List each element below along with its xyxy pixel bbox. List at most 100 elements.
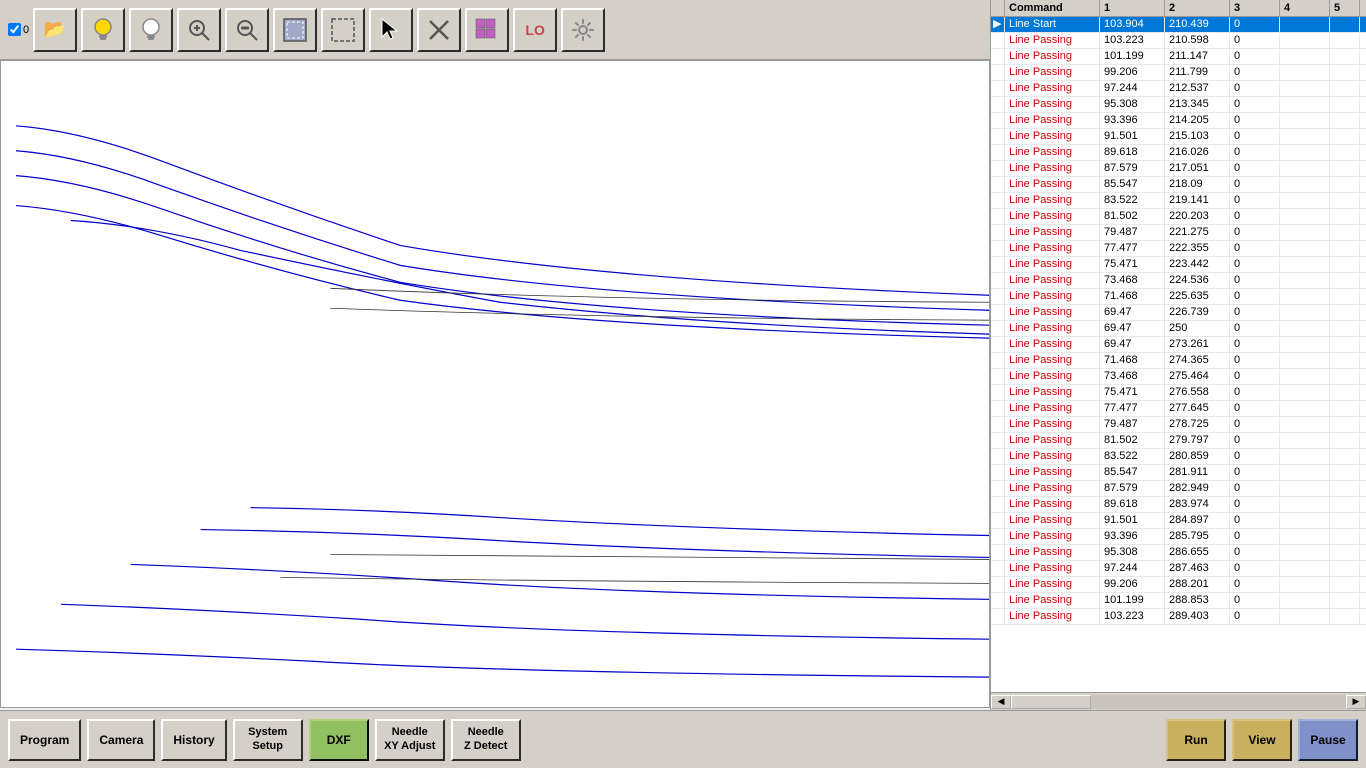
camera-button[interactable]: Camera xyxy=(87,719,155,761)
row-arrow xyxy=(991,529,1005,544)
table-row[interactable]: Line Passing93.396285.7950 xyxy=(991,529,1366,545)
row-arrow xyxy=(991,289,1005,304)
table-row[interactable]: Line Passing77.477222.3550 xyxy=(991,241,1366,257)
table-row[interactable]: ▶Line Start103.904210.4390 xyxy=(991,17,1366,33)
table-row[interactable]: Line Passing75.471223.4420 xyxy=(991,257,1366,273)
scroll-thumb[interactable] xyxy=(1011,695,1091,709)
table-row[interactable]: Line Passing83.522219.1410 xyxy=(991,193,1366,209)
dashed-select-button[interactable] xyxy=(321,8,365,52)
canvas-area[interactable] xyxy=(0,60,990,708)
table-row[interactable]: Line Passing87.579282.9490 xyxy=(991,481,1366,497)
table-row[interactable]: Line Passing69.472500 xyxy=(991,321,1366,337)
scroll-right-btn[interactable]: ▶ xyxy=(1346,695,1366,709)
row-command: Line Passing xyxy=(1005,369,1100,384)
needle-xy-button[interactable]: NeedleXY Adjust xyxy=(375,719,445,761)
row-v2: 274.365 xyxy=(1165,353,1230,368)
program-button[interactable]: Program xyxy=(8,719,81,761)
right-panel: Command 1 2 3 4 5 ▶Line Start103.904210.… xyxy=(990,0,1366,710)
row-v3: 0 xyxy=(1230,289,1280,304)
table-row[interactable]: Line Passing99.206288.2010 xyxy=(991,577,1366,593)
table-row[interactable]: Line Passing73.468224.5360 xyxy=(991,273,1366,289)
dxf-button[interactable]: DXF xyxy=(309,719,369,761)
row-v2: 215.103 xyxy=(1165,129,1230,144)
row-arrow xyxy=(991,609,1005,624)
table-row[interactable]: Line Passing99.206211.7990 xyxy=(991,65,1366,81)
select-all-button[interactable] xyxy=(273,8,317,52)
table-row[interactable]: Line Passing81.502279.7970 xyxy=(991,433,1366,449)
settings-button[interactable] xyxy=(561,8,605,52)
system-setup-button[interactable]: SystemSetup xyxy=(233,719,303,761)
table-row[interactable]: Line Passing85.547218.090 xyxy=(991,177,1366,193)
row-v4 xyxy=(1280,17,1330,32)
table-row[interactable]: Line Passing91.501284.8970 xyxy=(991,513,1366,529)
grid-button[interactable] xyxy=(465,8,509,52)
light-bulb-off-button[interactable] xyxy=(129,8,173,52)
table-row[interactable]: Line Passing69.47273.2610 xyxy=(991,337,1366,353)
table-row[interactable]: Line Passing71.468225.6350 xyxy=(991,289,1366,305)
row-v5 xyxy=(1330,17,1360,32)
scroll-left-btn[interactable]: ◀ xyxy=(991,695,1011,709)
table-row[interactable]: Line Passing101.199211.1470 xyxy=(991,49,1366,65)
table-row[interactable]: Line Passing75.471276.5580 xyxy=(991,385,1366,401)
table-row[interactable]: Line Passing71.468274.3650 xyxy=(991,353,1366,369)
toolbar-checkbox[interactable] xyxy=(8,23,21,36)
row-v2: 277.645 xyxy=(1165,401,1230,416)
table-row[interactable]: Line Passing93.396214.2050 xyxy=(991,113,1366,129)
table-row[interactable]: Line Passing89.618216.0260 xyxy=(991,145,1366,161)
table-row[interactable]: Line Passing85.547281.9110 xyxy=(991,465,1366,481)
grid-scroll[interactable]: ▶Line Start103.904210.4390Line Passing10… xyxy=(991,17,1366,692)
table-row[interactable]: Line Passing95.308286.6550 xyxy=(991,545,1366,561)
table-row[interactable]: Line Passing97.244287.4630 xyxy=(991,561,1366,577)
table-row[interactable]: Line Passing97.244212.5370 xyxy=(991,81,1366,97)
row-v2: 211.799 xyxy=(1165,65,1230,80)
table-row[interactable]: Line Passing69.47226.7390 xyxy=(991,305,1366,321)
cursor-button[interactable] xyxy=(369,8,413,52)
table-row[interactable]: Line Passing79.487221.2750 xyxy=(991,225,1366,241)
row-v2: 287.463 xyxy=(1165,561,1230,576)
table-row[interactable]: Line Passing87.579217.0510 xyxy=(991,161,1366,177)
row-v4 xyxy=(1280,385,1330,400)
row-v3: 0 xyxy=(1230,465,1280,480)
row-v4 xyxy=(1280,593,1330,608)
row-v2: 214.205 xyxy=(1165,113,1230,128)
table-row[interactable]: Line Passing89.618283.9740 xyxy=(991,497,1366,513)
table-row[interactable]: Line Passing91.501215.1030 xyxy=(991,129,1366,145)
row-command: Line Passing xyxy=(1005,145,1100,160)
table-row[interactable]: Line Passing83.522280.8590 xyxy=(991,449,1366,465)
row-v5 xyxy=(1330,593,1360,608)
row-v4 xyxy=(1280,481,1330,496)
table-row[interactable]: Line Passing101.199288.8530 xyxy=(991,593,1366,609)
row-v3: 0 xyxy=(1230,481,1280,496)
table-row[interactable]: Line Passing77.477277.6450 xyxy=(991,401,1366,417)
run-button[interactable]: Run xyxy=(1166,719,1226,761)
row-arrow xyxy=(991,561,1005,576)
open-folder-button[interactable]: 📂 xyxy=(33,8,77,52)
scroll-track[interactable] xyxy=(1011,695,1346,709)
row-arrow xyxy=(991,321,1005,336)
light-bulb-on-button[interactable] xyxy=(81,8,125,52)
row-v1: 69.47 xyxy=(1100,305,1165,320)
row-v1: 91.501 xyxy=(1100,513,1165,528)
table-row[interactable]: Line Passing81.502220.2030 xyxy=(991,209,1366,225)
right-scrollbar[interactable]: ◀ ▶ xyxy=(991,692,1366,710)
table-row[interactable]: Line Passing95.308213.3450 xyxy=(991,97,1366,113)
view-button[interactable]: View xyxy=(1232,719,1292,761)
history-button[interactable]: History xyxy=(161,719,226,761)
row-v5 xyxy=(1330,257,1360,272)
col-3: 3 xyxy=(1230,0,1280,16)
zoom-fit-button[interactable] xyxy=(225,8,269,52)
table-row[interactable]: Line Passing103.223210.5980 xyxy=(991,33,1366,49)
row-v4 xyxy=(1280,321,1330,336)
table-row[interactable]: Line Passing73.468275.4640 xyxy=(991,369,1366,385)
row-v1: 71.468 xyxy=(1100,353,1165,368)
zoom-in-button[interactable] xyxy=(177,8,221,52)
row-v2: 216.026 xyxy=(1165,145,1230,160)
row-v3: 0 xyxy=(1230,305,1280,320)
lo-button[interactable]: LO xyxy=(513,8,557,52)
table-row[interactable]: Line Passing79.487278.7250 xyxy=(991,417,1366,433)
row-command: Line Passing xyxy=(1005,481,1100,496)
pause-button[interactable]: Pause xyxy=(1298,719,1358,761)
needle-z-button[interactable]: NeedleZ Detect xyxy=(451,719,521,761)
cross-button[interactable] xyxy=(417,8,461,52)
table-row[interactable]: Line Passing103.223289.4030 xyxy=(991,609,1366,625)
